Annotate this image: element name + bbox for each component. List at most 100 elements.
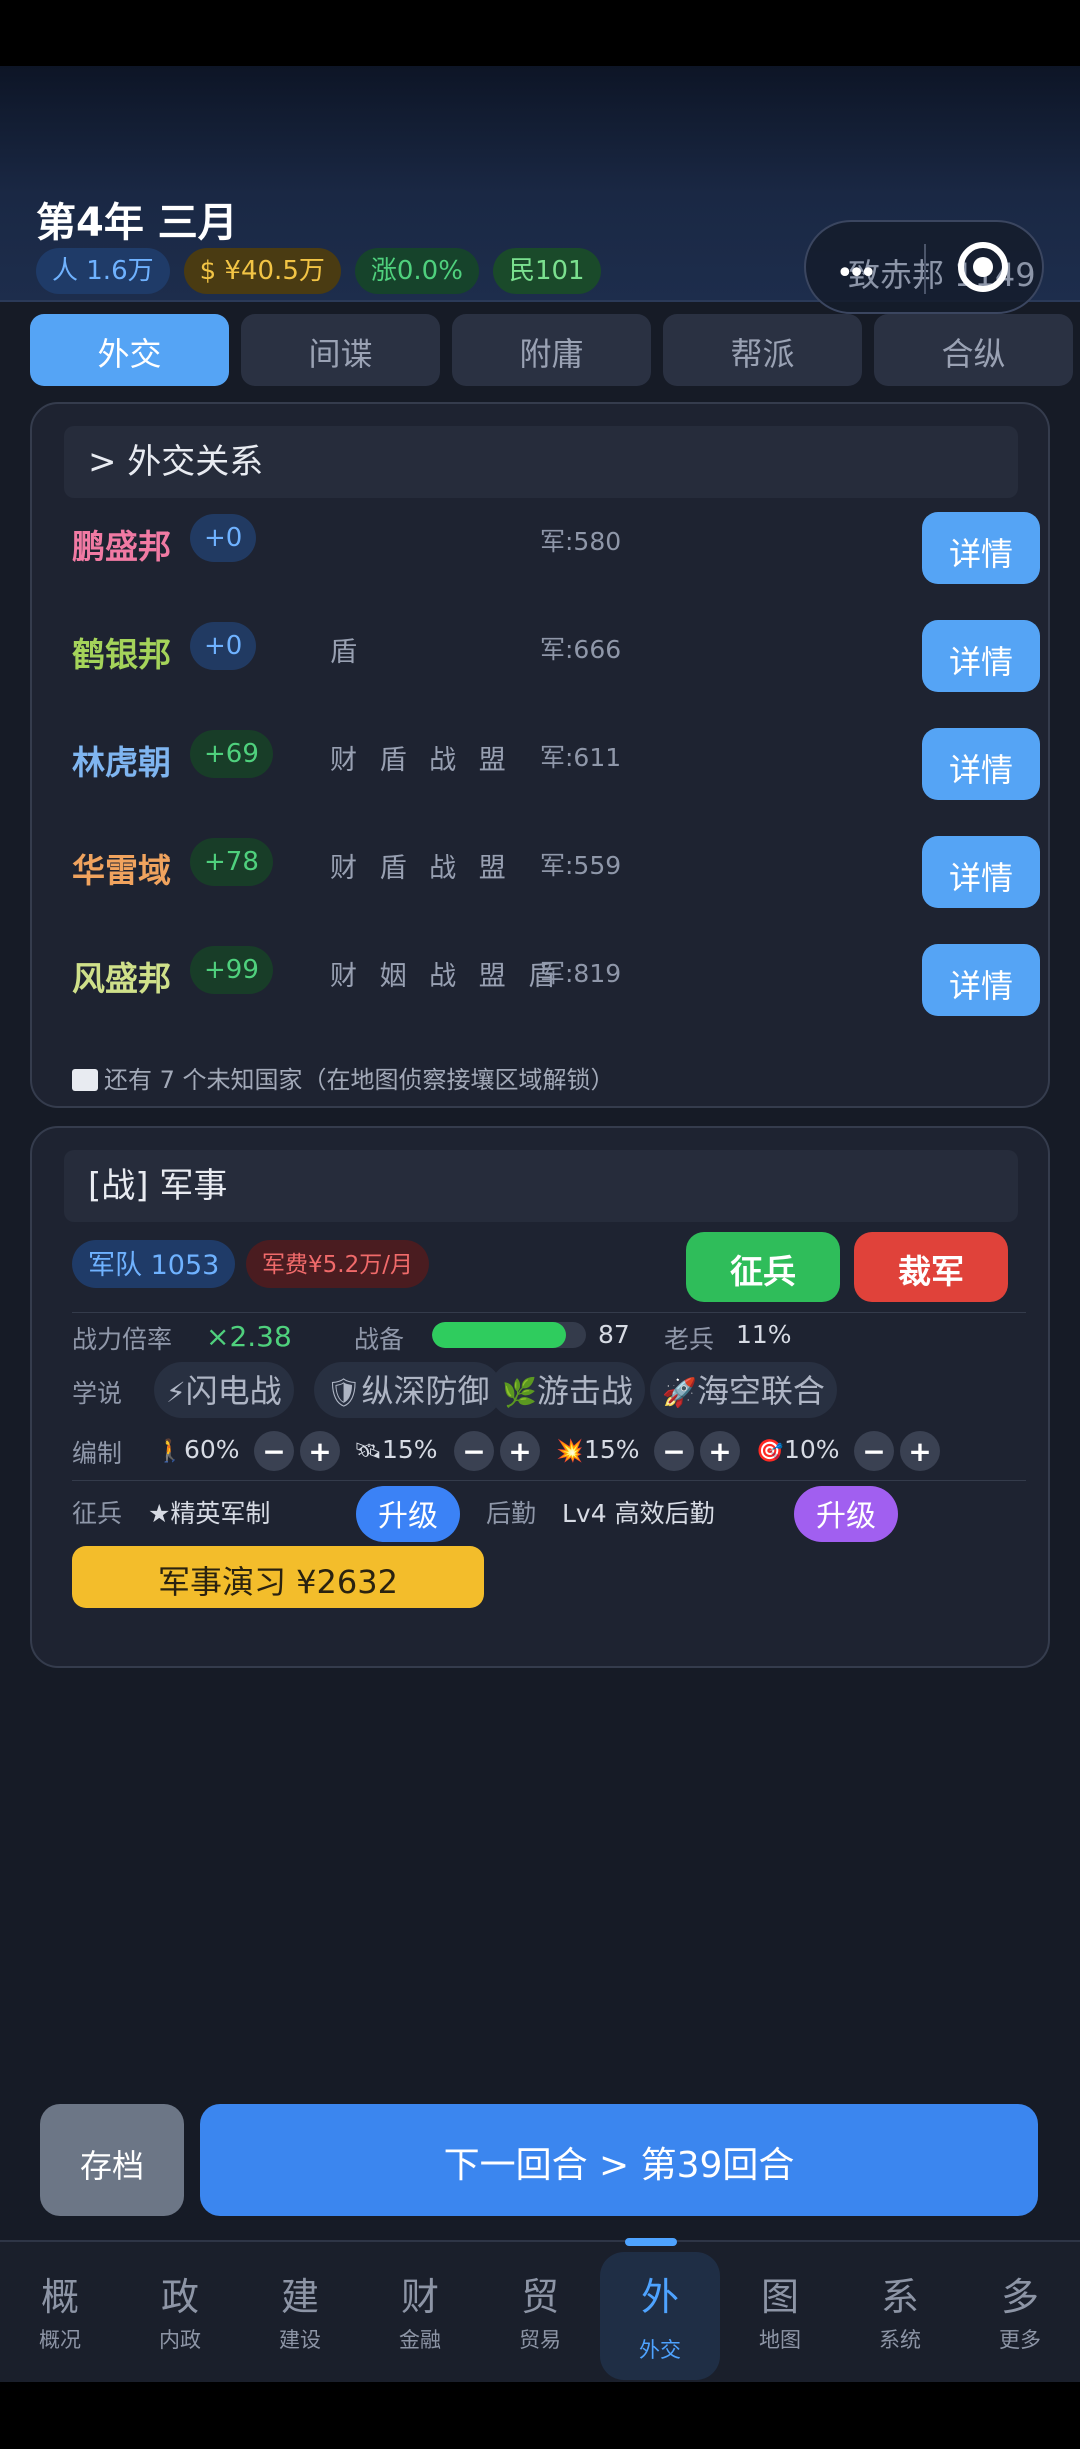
- nav-glyph: 多: [1000, 2275, 1039, 2319]
- nation-row: 风盛邦 +99 财 姻 战 盟 盾 军:819 详情: [72, 944, 1042, 1016]
- nav-internal[interactable]: 政内政: [120, 2242, 240, 2384]
- nation-name: 鹤银邦: [72, 635, 171, 674]
- military-cost-badge: 军费¥5.2万/月: [246, 1240, 429, 1288]
- increase-button[interactable]: +: [900, 1431, 940, 1471]
- increase-button[interactable]: +: [700, 1431, 740, 1471]
- readiness-bar-fill: [432, 1322, 566, 1348]
- army-size-badge: 军队 1053: [72, 1240, 236, 1288]
- fog-icon: [72, 1069, 98, 1091]
- more-menu-icon[interactable]: •••: [836, 256, 877, 291]
- details-button[interactable]: 详情: [922, 728, 1040, 800]
- disband-button[interactable]: 裁军: [854, 1232, 1008, 1302]
- power-label: 战力倍率: [72, 1325, 173, 1354]
- nav-glyph: 建: [280, 2275, 319, 2319]
- nav-label: 概况: [39, 2328, 81, 2352]
- nav-glyph: 图: [760, 2275, 799, 2319]
- nav-trade[interactable]: 贸贸易: [480, 2242, 600, 2384]
- conscript-upgrade-button[interactable]: 升级: [356, 1486, 460, 1542]
- treaty-tags: 财 姻 战 盟 盾: [330, 961, 563, 992]
- decrease-button[interactable]: −: [854, 1431, 894, 1471]
- nav-build[interactable]: 建建设: [240, 2242, 360, 2384]
- readiness-value: 87: [598, 1320, 630, 1349]
- close-target-icon[interactable]: [958, 242, 1008, 292]
- org-value: 10%: [784, 1435, 840, 1464]
- conscript-value: ★精英军制: [148, 1499, 271, 1528]
- nav-glyph: 财: [400, 2275, 439, 2319]
- increase-button[interactable]: +: [500, 1431, 540, 1471]
- org-artillery-stepper: 💥15%: [556, 1424, 640, 1476]
- military-card: [战] 军事 军队 1053 军费¥5.2万/月 征兵 裁军 战力倍率 ×2.3…: [30, 1126, 1050, 1668]
- decrease-button[interactable]: −: [654, 1431, 694, 1471]
- details-button[interactable]: 详情: [922, 836, 1040, 908]
- nation-name: 鹏盛邦: [72, 527, 171, 566]
- doctrine-guerrilla[interactable]: 🌿游击战: [490, 1362, 645, 1418]
- nav-label: 更多: [999, 2328, 1041, 2352]
- logistics-value: Lv4 高效后勤: [562, 1499, 715, 1528]
- nav-diplomacy[interactable]: 外外交: [600, 2238, 720, 2380]
- treaty-tags: 盾: [330, 637, 364, 668]
- conscript-label: 征兵: [72, 1499, 123, 1528]
- system-nav-bar: [0, 2382, 1080, 2449]
- nav-finance[interactable]: 财金融: [360, 2242, 480, 2384]
- divider: [72, 1480, 1026, 1481]
- decrease-button[interactable]: −: [254, 1431, 294, 1471]
- org-infantry-stepper: 🚶60%: [156, 1424, 240, 1476]
- capsule-nation-text: 致赤邦 1149: [848, 256, 1036, 294]
- capsule-divider: [924, 244, 926, 294]
- doctrine-blitzkrieg[interactable]: ⚡闪电战: [154, 1362, 294, 1418]
- nav-glyph: 外: [640, 2275, 679, 2319]
- nav-system[interactable]: 系系统: [840, 2242, 960, 2384]
- page-title: 第4年 三月: [36, 200, 238, 246]
- army-strength: 军:580: [540, 527, 622, 556]
- veteran-label: 老兵: [664, 1325, 715, 1354]
- military-header[interactable]: [战] 军事: [64, 1150, 1018, 1222]
- relation-badge: +0: [190, 622, 257, 670]
- army-strength: 军:819: [540, 959, 622, 988]
- diplomacy-header[interactable]: > 外交关系: [64, 426, 1018, 498]
- tab-gang[interactable]: 帮派: [663, 314, 862, 386]
- doctrine-name: 游击战: [536, 1372, 633, 1410]
- nav-more[interactable]: 多更多: [960, 2242, 1080, 2384]
- bottom-nav: 概概况 政内政 建建设 财金融 贸贸易 外外交 图地图 系系统 多更多: [0, 2238, 1080, 2384]
- power-value: ×2.38: [206, 1320, 292, 1353]
- details-button[interactable]: 详情: [922, 512, 1040, 584]
- leaf-icon: 🌿: [502, 1376, 537, 1409]
- nav-map[interactable]: 图地图: [720, 2242, 840, 2384]
- details-button[interactable]: 详情: [922, 944, 1040, 1016]
- army-strength: 军:559: [540, 851, 622, 880]
- stat-chips: 人 1.6万 $ ¥40.5万 涨0.0% 民101: [36, 248, 601, 294]
- people-chip: 民101: [492, 248, 601, 294]
- relation-badge: +69: [190, 730, 273, 778]
- nav-glyph: 概: [40, 2275, 79, 2319]
- readiness-bar: [432, 1322, 586, 1348]
- next-turn-button[interactable]: 下一回合 > 第39回合: [200, 2104, 1038, 2216]
- tab-diplomacy[interactable]: 外交: [30, 314, 229, 386]
- decrease-button[interactable]: −: [454, 1431, 494, 1471]
- doctrine-air-sea[interactable]: 🚀海空联合: [650, 1362, 837, 1418]
- explosion-icon: 💥: [556, 1439, 584, 1464]
- tab-alliance[interactable]: 合纵: [874, 314, 1073, 386]
- org-value: 15%: [584, 1435, 640, 1464]
- nav-overview[interactable]: 概概况: [0, 2242, 120, 2384]
- nav-label: 金融: [399, 2328, 441, 2352]
- nav-glyph: 系: [880, 2275, 919, 2319]
- divider: [72, 1312, 1026, 1313]
- nav-label: 贸易: [519, 2328, 561, 2352]
- logistics-upgrade-button[interactable]: 升级: [794, 1486, 898, 1542]
- tab-vassal[interactable]: 附庸: [452, 314, 651, 386]
- nation-row: 华雷域 +78 财 盾 战 盟 军:559 详情: [72, 836, 1042, 908]
- military-exercise-button[interactable]: 军事演习 ¥2632: [72, 1546, 484, 1608]
- doctrine-depth-defense[interactable]: 🛡纵深防御: [314, 1362, 502, 1418]
- recruit-button[interactable]: 征兵: [686, 1232, 840, 1302]
- details-button[interactable]: 详情: [922, 620, 1040, 692]
- org-value: 60%: [184, 1435, 240, 1464]
- tab-espionage[interactable]: 间谍: [241, 314, 440, 386]
- save-button[interactable]: 存档: [40, 2104, 184, 2216]
- army-strength: 军:611: [540, 743, 622, 772]
- org-label: 编制: [72, 1439, 123, 1468]
- doctrine-name: 海空联合: [696, 1372, 825, 1410]
- relation-badge: +0: [190, 514, 257, 562]
- increase-button[interactable]: +: [300, 1431, 340, 1471]
- doctrine-label: 学说: [72, 1379, 123, 1408]
- lightning-icon: ⚡: [166, 1376, 186, 1409]
